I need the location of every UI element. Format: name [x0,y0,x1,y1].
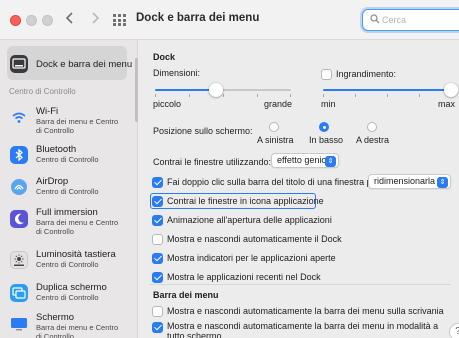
magnification-checkbox[interactable] [321,69,332,80]
moon-icon [10,210,28,228]
autohide-menubar-fullscreen-checkbox[interactable] [152,322,163,333]
display-icon [10,315,28,333]
doubleclick-action-popup[interactable]: ridimensionarla ⇕ [368,174,451,189]
position-label: Posizione sullo schermo: [153,126,253,136]
animate-opening-label: Animazione all'apertura delle applicazio… [167,215,332,225]
search-placeholder: Cerca [382,15,407,25]
chevron-updown-icon: ⇕ [437,176,448,188]
doubleclick-checkbox[interactable] [152,177,163,188]
show-indicators-checkbox[interactable] [152,253,163,264]
position-left-label: A sinistra [257,135,294,145]
sidebar-item-label: Luminosità tastiera [36,249,116,260]
minimize-effect-popup[interactable]: effetto genio ⇕ [271,153,339,168]
menubar-section-title: Barra dei menu [153,290,219,300]
animate-opening-checkbox[interactable] [152,215,163,226]
sidebar-item-label: Bluetooth [36,144,77,155]
autohide-menubar-desktop-label: Mostra e nascondi automaticamente la bar… [167,306,444,316]
sidebar-item-display[interactable]: Schermo Barra dei menu e Centro di Contro… [9,312,134,338]
magnification-label: Ingrandimento: [336,69,397,79]
sidebar-item-bluetooth[interactable]: Bluetooth Centro di Controllo [9,144,134,166]
main-panel: Dock Dimensioni: piccolo grande Ingrandi… [139,40,459,338]
dock-icon [10,55,28,73]
position-bottom-label: In basso [309,135,344,145]
sidebar-item-wifi[interactable]: Wi-Fi Barra dei menu e Centro di Controll… [9,106,134,136]
close-window-button[interactable] [10,15,21,26]
sidebar-item-label: Schermo [36,312,75,323]
keyboard-brightness-icon [10,251,28,269]
sidebar-item-subtitle: Barra dei menu e Centro di Controllo [36,218,119,236]
minimize-into-app-icon-checkbox[interactable] [152,196,163,207]
chevron-updown-icon: ⇕ [325,155,336,167]
minimize-into-app-icon-label: Contrai le finestre in icona applicazion… [167,196,324,206]
minimize-effect-value: effetto genio [277,155,327,165]
autohide-menubar-desktop-checkbox[interactable] [152,306,163,317]
show-recent-apps-label: Mostra le applicazioni recenti nel Dock [167,272,321,282]
magnification-slider-knob[interactable] [444,83,458,97]
sidebar-scrollbar[interactable] [135,58,138,122]
show-all-grid-icon[interactable] [113,14,127,26]
screen-mirroring-icon [10,284,28,302]
sidebar-item-subtitle: Barra dei menu e Centro di Controllo [36,323,119,338]
sidebar-item-airdrop[interactable]: AirDrop Centro di Controllo [9,176,134,198]
wifi-icon [10,109,28,127]
sidebar-item-label: Wi-Fi [36,106,59,117]
sidebar: Dock e barra dei menu Centro di Controll… [0,40,138,338]
position-right-label: A destra [356,135,390,145]
position-right-radio[interactable] [367,122,377,132]
search-icon [370,14,380,24]
sidebar-item-subtitle: Centro di Controllo [36,187,99,196]
position-left-radio[interactable] [269,122,279,132]
doubleclick-label: Fai doppio clic sulla barra del titolo d… [167,177,380,187]
size-max-label: grande [264,99,293,109]
sidebar-item-keyboard-brightness[interactable]: Luminosità tastiera Centro di Controllo [9,249,134,271]
sidebar-item-subtitle: Centro di Controllo [36,155,99,164]
back-button[interactable] [61,11,79,29]
title-bar: Dock e barra dei menu Cerca [0,0,459,40]
sidebar-item-subtitle: Centro di Controllo [36,293,99,302]
sidebar-item-subtitle: Centro di Controllo [36,260,99,269]
sidebar-item-subtitle: Barra dei menu e Centro di Controllo [36,117,119,135]
position-bottom-radio[interactable] [319,122,329,132]
sidebar-item-label: Dock e barra dei menu [36,59,133,70]
size-slider-knob[interactable] [209,83,224,97]
search-field[interactable]: Cerca [362,9,459,31]
magnification-min-label: min [321,99,336,109]
sidebar-item-label: Full immersion [36,207,98,218]
sidebar-section-label: Centro di Controllo [9,87,76,96]
help-button[interactable]: ? [449,323,459,338]
chevron-left-icon [65,12,73,24]
minimize-window-button[interactable] [26,15,37,26]
size-label: Dimensioni: [153,68,201,78]
sidebar-item-full-immersion[interactable]: Full immersion Barra dei menu e Centro di… [9,207,134,237]
forward-button[interactable] [86,11,104,29]
chevron-right-icon [92,12,100,24]
sidebar-item-screen-mirroring[interactable]: Duplica schermo Centro di Controllo [9,282,134,304]
bluetooth-icon [10,146,28,164]
window-title: Dock e barra dei menu [136,12,260,24]
sidebar-item-label: Duplica schermo [36,282,107,293]
sidebar-item-dock[interactable]: Dock e barra dei menu [9,55,134,75]
autohide-dock-checkbox[interactable] [152,234,163,245]
size-min-label: piccolo [153,99,182,109]
minimize-effect-label: Contrai le finestre utilizzando: [153,157,272,167]
zoom-window-button[interactable] [42,15,53,26]
sidebar-item-label: AirDrop [36,176,69,187]
airdrop-icon [10,178,28,196]
dock-section-title: Dock [153,52,176,62]
system-preferences-window: Dock e barra dei menu Cerca Dock e barra… [0,0,459,338]
section-divider [149,284,451,285]
show-recent-apps-checkbox[interactable] [152,272,163,283]
autohide-dock-label: Mostra e nascondi automaticamente il Doc… [167,234,342,244]
magnification-max-label: max [438,99,456,109]
show-indicators-label: Mostra indicatori per le applicazioni ap… [167,253,336,263]
doubleclick-action-value: ridimensionarla [374,176,436,186]
autohide-menubar-fullscreen-label: Mostra e nascondi automaticamente la bar… [167,321,439,338]
